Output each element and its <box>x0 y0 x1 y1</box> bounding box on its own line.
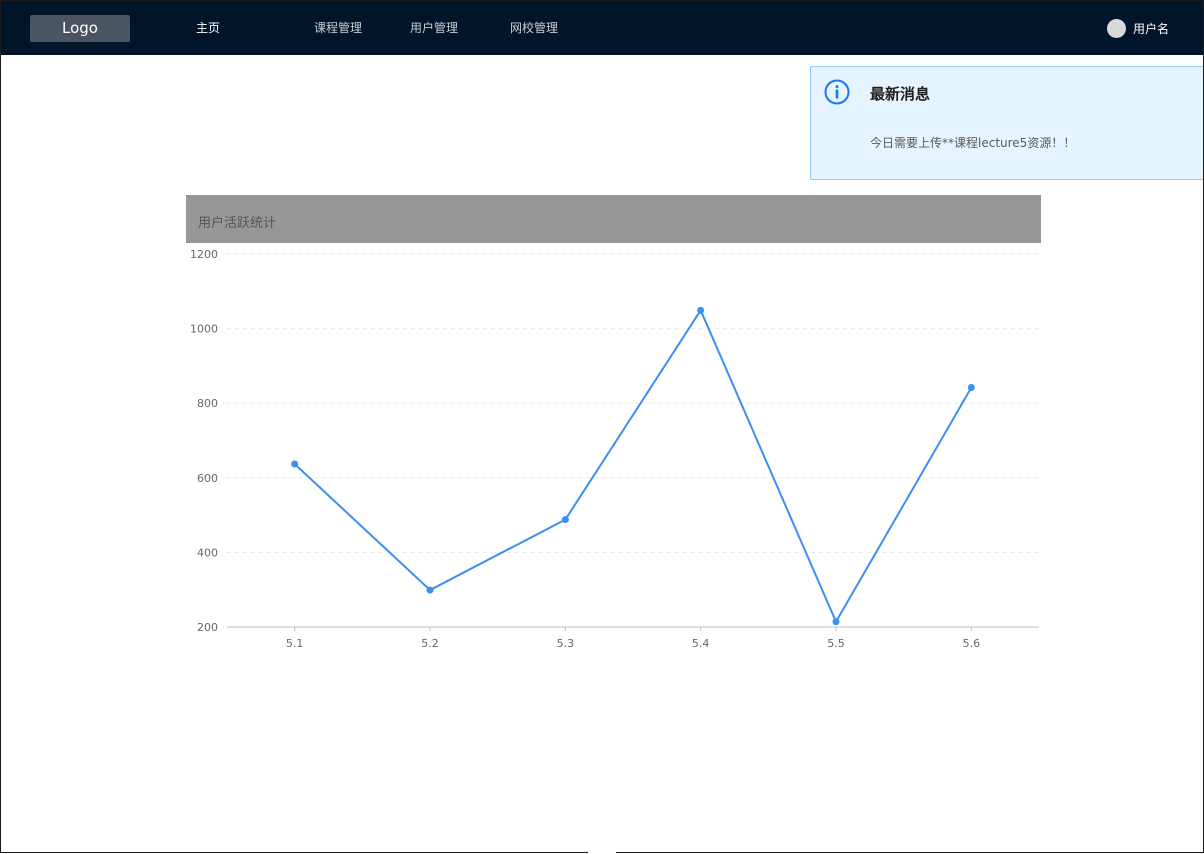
y-tick-label: 600 <box>197 472 218 485</box>
x-tick-label: 5.2 <box>421 637 439 650</box>
x-tick-label: 5.5 <box>827 637 845 650</box>
data-point <box>832 618 840 626</box>
data-point <box>561 516 569 524</box>
y-tick-label: 1200 <box>190 248 218 261</box>
y-tick-label: 400 <box>197 546 218 559</box>
app-window: Logo 主页 课程管理 用户管理 网校管理 用户名 最新消息 今日需要上传**… <box>0 0 1204 853</box>
series-line <box>293 309 973 623</box>
y-tick-label: 200 <box>197 621 218 634</box>
data-point <box>291 460 299 468</box>
y-tick-label: 1000 <box>190 323 218 336</box>
x-tick-label: 5.3 <box>557 637 575 650</box>
data-point <box>697 306 705 314</box>
user-activity-line-chart: 200 400 600 800 1000 1200 5.1 5.2 5.3 5.4 5.5 5.6 <box>190 248 1039 650</box>
y-tick-label: 800 <box>197 397 218 410</box>
x-tick-label: 5.4 <box>692 637 710 650</box>
window-edge-notch <box>588 848 616 854</box>
x-tick-label: 5.6 <box>963 637 981 650</box>
data-point <box>967 384 975 392</box>
x-tick-label: 5.1 <box>286 637 304 650</box>
data-point <box>426 586 434 594</box>
